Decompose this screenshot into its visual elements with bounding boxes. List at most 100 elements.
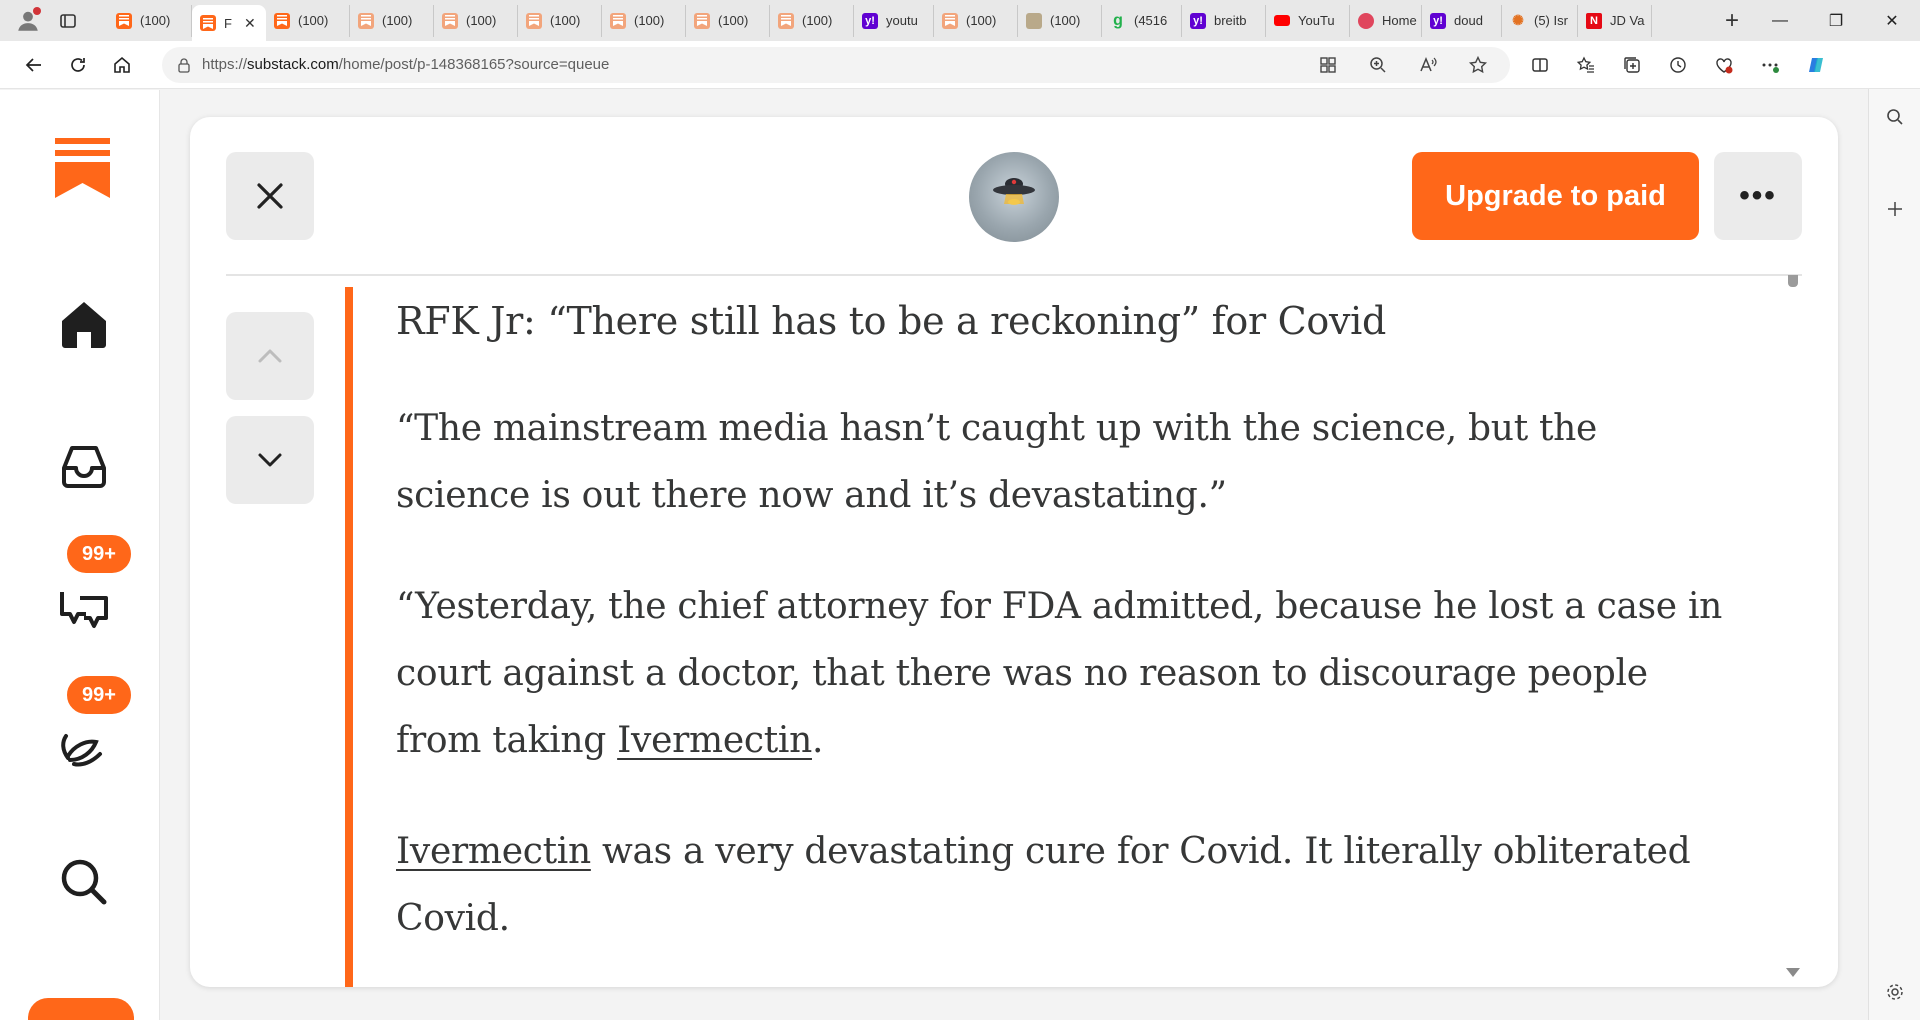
tab-actions-icon (60, 13, 76, 28)
browser-tab[interactable]: Home (1350, 4, 1422, 37)
post-reader: Upgrade to paid ••• RFK Jr: “There still… (190, 117, 1838, 987)
browser-tab[interactable]: y! breitb (1182, 4, 1266, 37)
tab-title: (100) (140, 13, 171, 28)
copilot-button[interactable] (1794, 49, 1838, 81)
collections-button[interactable] (1610, 49, 1654, 81)
scrollbar-thumb[interactable] (1788, 275, 1798, 287)
minimize-button[interactable]: — (1752, 0, 1808, 41)
zoom-icon (1370, 56, 1386, 73)
tab-title: YouTu (1298, 13, 1335, 28)
split-screen-button[interactable] (1518, 49, 1562, 81)
address-bar-actions (1306, 49, 1510, 81)
browser-tab[interactable]: y! doud (1422, 4, 1502, 37)
home-button[interactable] (100, 47, 144, 83)
browser-tab[interactable]: ✺ (5) Isr (1502, 4, 1578, 37)
tab-title: (100) (550, 13, 581, 28)
nav-activity[interactable] (50, 712, 118, 780)
tab-close-icon[interactable]: ✕ (244, 15, 256, 32)
tab-list: (100) F ✕ (100) (100) (100) (100) (100) (100) (10… (108, 0, 1712, 41)
address-bar[interactable]: https://substack.com/home/post/p-1483681… (162, 46, 1510, 83)
sidebar-add-button[interactable] (1869, 187, 1920, 231)
close-post-button[interactable] (226, 152, 314, 240)
substack-favicon-icon (200, 15, 216, 31)
previous-post-button[interactable] (226, 312, 314, 400)
nav-inbox[interactable] (50, 432, 118, 500)
zoom-button[interactable] (1356, 49, 1400, 81)
refresh-button[interactable] (56, 47, 100, 83)
browser-tab[interactable]: (100) (686, 4, 770, 37)
ivermectin-link[interactable]: Ivermectin (617, 720, 812, 761)
ufo-image (993, 178, 1035, 205)
split-screen-icon (1532, 57, 1548, 72)
tab-active[interactable]: F ✕ (192, 5, 266, 41)
header-divider (226, 274, 1802, 276)
browser-tab[interactable]: y! youtu (854, 4, 934, 37)
url-text[interactable]: https://substack.com/home/post/p-1483681… (202, 56, 609, 73)
sidebar-settings-button[interactable] (1869, 970, 1920, 1014)
browser-tab[interactable]: (100) (434, 4, 518, 37)
yahoo-favicon-icon: y! (1430, 12, 1446, 29)
settings-more-button[interactable] (1748, 49, 1792, 81)
browser-tab[interactable]: g (4516 (1102, 4, 1182, 37)
window-close-button[interactable]: ✕ (1864, 0, 1920, 41)
browser-tab[interactable]: (100) (602, 4, 686, 37)
post-body: RFK Jr: “There still has to be a reckoni… (396, 287, 1726, 987)
scroll-down-arrow[interactable] (1786, 968, 1800, 977)
back-button[interactable] (12, 47, 56, 83)
n-red-favicon-icon: N (1586, 12, 1602, 29)
ivermectin-link-2[interactable]: Ivermectin (396, 831, 591, 872)
toolbar-actions (1518, 49, 1838, 81)
sidebar-search-button[interactable] (1869, 95, 1920, 139)
nbc-favicon-icon: ✺ (1512, 12, 1524, 28)
browser-tab[interactable]: (100) (1018, 4, 1102, 37)
home-icon (62, 302, 106, 348)
nav-home[interactable] (50, 290, 118, 358)
browser-tab[interactable]: (100) (770, 4, 854, 37)
favorites-button[interactable] (1564, 49, 1608, 81)
publication-avatar[interactable] (969, 152, 1059, 242)
browser-tab[interactable]: (100) (108, 4, 192, 37)
restore-button[interactable]: ❐ (1808, 0, 1864, 41)
upgrade-to-paid-button[interactable]: Upgrade to paid (1412, 152, 1699, 240)
paragraph-2: “Yesterday, the chief attorney for FDA a… (396, 573, 1726, 774)
favorite-button[interactable] (1456, 49, 1500, 81)
tab-title: breitb (1214, 13, 1247, 28)
more-options-button[interactable]: ••• (1714, 152, 1802, 240)
activity-badge: 99+ (64, 673, 134, 717)
close-icon (257, 183, 283, 209)
browser-tab[interactable]: (100) (934, 4, 1018, 37)
substack-faded-favicon-icon (778, 12, 794, 29)
profile-button[interactable] (10, 3, 46, 39)
browser-tab[interactable]: N JD Va (1578, 4, 1652, 37)
next-post-button[interactable] (226, 416, 314, 504)
tab-title: doud (1454, 13, 1483, 28)
browser-toolbar: https://substack.com/home/post/p-1483681… (0, 41, 1920, 89)
blockquote-bar (345, 287, 353, 987)
paragraph-3: Ivermectin was a very devastating cure f… (396, 818, 1726, 952)
chat-icon (60, 592, 108, 628)
browser-tab[interactable]: (100) (350, 4, 434, 37)
browser-essentials-button[interactable] (1702, 49, 1746, 81)
favorites-icon (1576, 56, 1594, 73)
star-icon (1468, 55, 1488, 73)
tab-title: (100) (466, 13, 497, 28)
tab-actions-button[interactable] (50, 5, 86, 37)
refresh-icon (71, 57, 85, 72)
nav-chat[interactable] (50, 572, 118, 640)
paragraph-1: “The mainstream media hasn’t caught up w… (396, 408, 1598, 516)
yahoo-favicon-icon: y! (1190, 12, 1206, 29)
copilot-icon (1809, 57, 1823, 72)
browser-tab[interactable]: YouTu (1266, 4, 1350, 37)
history-button[interactable] (1656, 49, 1700, 81)
new-tab-button[interactable]: + (1712, 7, 1752, 35)
app-available-button[interactable] (1306, 49, 1350, 81)
tab-strip-left (0, 3, 108, 39)
substack-logo[interactable] (55, 138, 110, 198)
browser-tab[interactable]: (100) (266, 4, 350, 37)
browser-tab[interactable]: (100) (518, 4, 602, 37)
profile-pill[interactable] (28, 998, 134, 1020)
substack-favicon-icon (116, 12, 132, 29)
lock-icon (178, 57, 190, 73)
read-aloud-button[interactable] (1406, 49, 1450, 81)
nav-search[interactable] (50, 848, 118, 916)
